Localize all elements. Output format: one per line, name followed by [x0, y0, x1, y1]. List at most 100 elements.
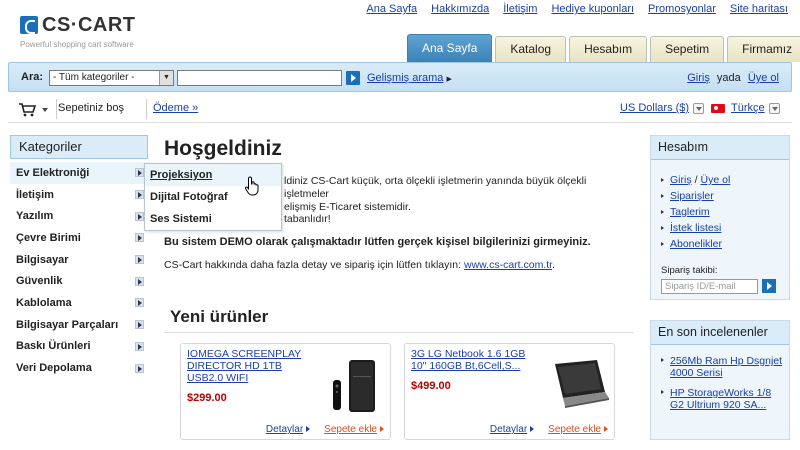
category-select[interactable]: - Tüm kategoriler - ▼ — [49, 70, 174, 86]
account-title: Hesabım — [651, 136, 789, 160]
chevron-down-icon: ▼ — [159, 71, 173, 85]
top-link-promotions[interactable]: Promosyonlar — [648, 3, 716, 15]
language-selector[interactable]: Türkçe — [711, 102, 780, 114]
bullet-icon — [661, 358, 664, 362]
cs-cart-link[interactable]: www.cs-cart.com.tr — [464, 259, 552, 271]
logo-text: CS·CART — [42, 14, 136, 36]
recently-viewed-list: 256Mb Ram Hp Dsgnjet 4000 Serisi HP Stor… — [651, 345, 789, 411]
checkout-link[interactable]: Ödeme » — [153, 102, 198, 114]
tags-link[interactable]: Taglerim — [670, 206, 710, 218]
login-link[interactable]: Giriş — [670, 174, 692, 186]
category-item[interactable]: Güvenlik — [10, 270, 148, 292]
recent-item: 256Mb Ram Hp Dsgnjet 4000 Serisi — [661, 355, 783, 379]
add-to-cart-link[interactable]: Sepete ekle — [548, 424, 608, 435]
new-products-title: Yeni ürünler — [170, 307, 269, 326]
account-link-item: Abonelikler — [661, 236, 789, 252]
hand-cursor-icon — [244, 176, 259, 196]
category-item[interactable]: Veri Depolama — [10, 357, 148, 379]
details-link[interactable]: Detaylar — [490, 424, 535, 435]
subscriptions-link[interactable]: Abonelikler — [670, 238, 722, 250]
category-item[interactable]: İletişim — [10, 184, 148, 206]
category-item[interactable]: Yazılım — [10, 205, 148, 227]
tab-account[interactable]: Hesabım — [569, 36, 648, 62]
top-link-about[interactable]: Hakkımızda — [431, 3, 489, 15]
main-tabs: Ana Sayfa Katalog Hesabım Sepetim Firmam… — [407, 34, 800, 62]
bullet-icon — [661, 226, 664, 230]
product-name[interactable]: 3G LG Netbook 1.6 1GB 10" 160GB Bt,6Cell… — [411, 348, 539, 372]
arrow-right-icon — [135, 168, 144, 178]
currency-selector[interactable]: US Dollars ($) — [620, 102, 705, 114]
arrow-right-icon — [135, 341, 144, 351]
category-item[interactable]: Baskı Ürünleri — [10, 336, 148, 358]
arrow-right-icon — [135, 320, 144, 330]
register-link[interactable]: Üye ol — [701, 174, 731, 186]
arrow-right-icon — [135, 211, 144, 221]
top-link-contact[interactable]: İletişim — [503, 3, 537, 15]
category-item[interactable]: Bilgisayar Parçaları — [10, 314, 148, 336]
account-link-item: Siparişler — [661, 188, 789, 204]
category-list: Ev Elektroniği İletişim Yazılım Çevre Bi… — [10, 162, 148, 379]
tab-cart[interactable]: Sepetim — [650, 36, 725, 62]
account-link-item: İstek listesi — [661, 220, 789, 236]
arrow-right-icon: ▶ — [446, 76, 452, 83]
tab-home[interactable]: Ana Sayfa — [407, 34, 493, 62]
divider — [56, 99, 57, 119]
register-link[interactable]: Üye ol — [748, 72, 779, 84]
product-actions: Detaylar Sepete ekle — [266, 424, 384, 435]
categories-sidebar: Kategoriler Ev Elektroniği İletişim Yazı… — [10, 135, 148, 379]
search-bar: Ara: - Tüm kategoriler - ▼ Gelişmiş aram… — [8, 62, 792, 92]
login-link[interactable]: Giriş — [687, 72, 710, 84]
login-area: Giriş yada Üye ol — [687, 72, 779, 84]
top-link-gift-cards[interactable]: Hediye kuponları — [551, 3, 634, 15]
category-select-value: - Tüm kategoriler - — [53, 72, 135, 83]
logo[interactable]: CS·CART Powerful shopping cart software — [20, 12, 170, 52]
product-actions: Detaylar Sepete ekle — [490, 424, 608, 435]
product-card: IOMEGA SCREENPLAY DIRECTOR HD 1TB USB2.0… — [180, 343, 391, 440]
cart-icon[interactable] — [18, 101, 52, 117]
recently-viewed-title: En son incelenenler — [651, 321, 789, 345]
recent-item-link[interactable]: 256Mb Ram Hp Dsgnjet 4000 Serisi — [670, 355, 783, 379]
arrow-right-icon — [380, 426, 384, 432]
top-link-home[interactable]: Ana Sayfa — [366, 3, 417, 15]
arrow-right-icon — [306, 426, 311, 432]
search-go-button[interactable] — [346, 71, 360, 85]
category-item[interactable]: Ev Elektroniği — [10, 162, 148, 184]
product-name[interactable]: IOMEGA SCREENPLAY DIRECTOR HD 1TB USB2.0… — [187, 348, 315, 384]
arrow-right-icon — [135, 190, 144, 200]
subcategory-item[interactable]: Ses Sistemi — [145, 208, 281, 230]
logo-tagline: Powerful shopping cart software — [20, 40, 134, 49]
add-to-cart-link[interactable]: Sepete ekle — [324, 424, 384, 435]
chevron-down-icon — [693, 102, 705, 114]
media-player-image[interactable] — [331, 358, 383, 414]
divider — [164, 332, 634, 333]
bullet-icon — [661, 242, 664, 246]
wishlist-link[interactable]: İstek listesi — [670, 222, 721, 234]
category-item[interactable]: Çevre Birimi — [10, 227, 148, 249]
cart-bar: Sepetiniz boş Ödeme » US Dollars ($) Tür… — [8, 95, 792, 123]
product-price: $499.00 — [411, 380, 451, 392]
category-item[interactable]: Bilgisayar — [10, 249, 148, 271]
recent-item: HP StorageWorks 1/8 G2 Ultrium 920 SA... — [661, 387, 783, 411]
turkey-flag-icon — [711, 103, 725, 113]
arrow-right-icon — [135, 255, 144, 265]
tab-catalog[interactable]: Katalog — [495, 36, 567, 62]
details-link[interactable]: Detaylar — [266, 424, 311, 435]
product-price: $299.00 — [187, 392, 227, 404]
netbook-image[interactable] — [545, 358, 611, 412]
tab-company[interactable]: Firmamız — [727, 36, 800, 62]
recent-item-link[interactable]: HP StorageWorks 1/8 G2 Ultrium 920 SA... — [670, 387, 783, 411]
top-link-sitemap[interactable]: Site haritası — [730, 3, 788, 15]
bullet-icon — [661, 194, 664, 198]
order-tracking-input[interactable]: Sipariş ID/E-mail — [661, 279, 758, 294]
search-input[interactable] — [177, 70, 342, 86]
arrow-right-icon — [135, 233, 144, 243]
bullet-icon — [661, 210, 664, 214]
category-item[interactable]: Kablolama — [10, 292, 148, 314]
order-tracking-go-button[interactable] — [762, 279, 776, 293]
recently-viewed-box: En son incelenenler 256Mb Ram Hp Dsgnjet… — [650, 320, 790, 440]
orders-link[interactable]: Siparişler — [670, 190, 714, 202]
order-tracking-label: Sipariş takibi: — [661, 265, 718, 276]
subcategory-flyout: Projeksiyon Dijital Fotoğraf Ses Sistemi — [144, 163, 282, 231]
advanced-search-link[interactable]: Gelişmiş arama ▶ — [367, 72, 452, 84]
account-link-item: Taglerim — [661, 204, 789, 220]
